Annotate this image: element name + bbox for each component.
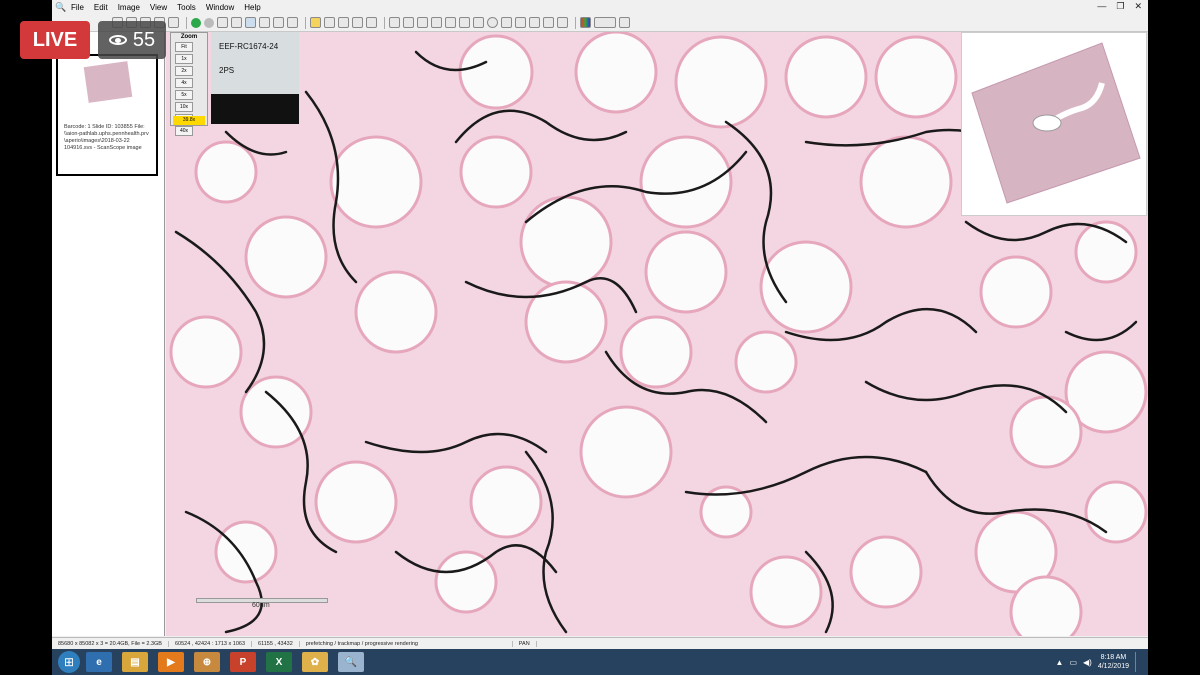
excel-icon[interactable]: X [266,652,292,672]
toolbar-button[interactable] [619,17,630,28]
toolbar-button[interactable] [445,17,456,28]
show-desktop-button[interactable] [1135,652,1144,672]
menu-bar: 🔍 File Edit Image View Tools Window Help [52,0,271,14]
title-bar: 🔍 File Edit Image View Tools Window Help… [52,0,1148,14]
eye-icon [108,35,127,45]
network-status-icon[interactable]: ▭ [1069,658,1077,667]
zoom-5x-button[interactable]: 5x [175,90,193,100]
slide-label-image: EEF-RC1674-24 2PS [211,32,299,124]
pointer-icon[interactable] [403,17,414,28]
toolbar-button[interactable] [259,17,270,28]
zoom-1x-button[interactable]: 1x [175,54,193,64]
slide-label-line1: EEF-RC1674-24 [219,42,279,51]
zoom-40x-button[interactable]: 40x [175,126,193,136]
toolbar [52,14,1148,32]
zoom-panel: Zoom Fit 1x 2x 4x 5x 10x 20x 40x 39.8x [170,32,208,136]
zoom-fit-button[interactable]: Fit [175,42,193,52]
slide-viewer[interactable]: Zoom Fit 1x 2x 4x 5x 10x 20x 40x 39.8x E… [166,32,1148,636]
windows-taskbar: ⊞ e ▤ ▶ ⊕ P X ✿ 🔍 ▲ ▭ ◀) 8:18 AM 4/12/20… [52,649,1148,675]
menu-help[interactable]: Help [244,3,260,12]
ie-icon[interactable]: e [86,652,112,672]
zoom-title: Zoom [180,34,198,40]
pen-icon[interactable] [431,17,442,28]
status-cursor-position: 61155 , 43432 [252,641,300,647]
media-player-icon[interactable]: ▶ [158,652,184,672]
arrow-icon[interactable] [459,17,470,28]
menu-edit[interactable]: Edit [94,3,108,12]
start-button[interactable]: ⊞ [58,651,80,673]
toolbar-button[interactable] [543,17,554,28]
tray-up-arrow-icon[interactable]: ▲ [1056,658,1064,667]
explorer-icon[interactable]: ▤ [122,652,148,672]
maximize-icon[interactable]: ❐ [1116,1,1124,12]
menu-window[interactable]: Window [206,3,234,12]
toolbar-button[interactable] [245,17,256,28]
menu-tools[interactable]: Tools [177,3,196,12]
zoom-10x-button[interactable]: 10x [175,102,193,112]
color-icon[interactable] [580,17,591,28]
toolbar-button[interactable] [231,17,242,28]
toolbar-button[interactable] [557,17,568,28]
toolbar-button[interactable] [417,17,428,28]
toolbar-button[interactable] [168,17,179,28]
status-rendering: prefetching / trackmap / progressive ren… [300,641,513,647]
slide-label-line2: 2PS [219,66,235,75]
zoom-4x-button[interactable]: 4x [175,78,193,88]
viewer-count: 55 [132,28,156,51]
thumbnail-caption: Barcode: 1 Slide ID: 103855 File: \\aion… [64,124,149,151]
status-mode: PAN [513,641,537,647]
ellipse-icon[interactable] [487,17,498,28]
toolbar-button[interactable] [338,17,349,28]
toolbar-button[interactable] [366,17,377,28]
volume-icon[interactable]: ◀) [1083,658,1092,667]
system-tray: ▲ ▭ ◀) 8:18 AM 4/12/2019 [1056,649,1144,675]
thumbnail-image [83,61,133,103]
polygon-icon[interactable] [501,17,512,28]
status-dimensions: 85680 x 85082 x 3 = 20.4GB, File = 2.3GB [52,641,169,647]
toolbar-button[interactable] [529,17,540,28]
status-view-region: 60524 , 42424 : 1713 x 1063 [169,641,253,647]
network-icon[interactable]: ⊕ [194,652,220,672]
imagescope-window: 🔍 File Edit Image View Tools Window Help… [52,0,1148,675]
toolbar-button[interactable] [287,17,298,28]
toolbar-button[interactable] [324,17,335,28]
zoom-2x-button[interactable]: 2x [175,66,193,76]
ruler-icon[interactable] [515,17,526,28]
clock-time: 8:18 AM [1100,654,1127,661]
zoom-tool-icon[interactable] [273,17,284,28]
imagescope-icon[interactable]: 🔍 [338,652,364,672]
ic-dropdown[interactable] [594,17,616,28]
window-controls: — ❐ ✕ [1097,1,1142,12]
overview-image [971,42,1141,204]
thumbnail-panel: Barcode: 1 Slide ID: 103855 File: \\aion… [52,32,165,636]
toolbar-button[interactable] [217,17,228,28]
menu-image[interactable]: Image [118,3,140,12]
live-badge: LIVE [20,21,90,59]
play-icon[interactable] [191,17,201,28]
close-icon[interactable]: ✕ [1134,1,1142,12]
chrome-like-icon[interactable]: ✿ [302,652,328,672]
magnifier-app-icon: 🔍 [55,2,67,12]
zoom-current-value: 39.8x [173,116,205,125]
overview-map[interactable] [961,32,1147,216]
annotation-icon[interactable] [310,17,321,28]
menu-view[interactable]: View [150,3,167,12]
viewer-count-badge: 55 [98,21,166,59]
stop-icon[interactable] [204,17,214,28]
hand-pan-icon[interactable] [389,17,400,28]
clock[interactable]: 8:18 AM 4/12/2019 [1098,653,1129,671]
clock-date: 4/12/2019 [1097,663,1129,670]
minimize-icon[interactable]: — [1097,1,1106,12]
scale-bar: 60μm [196,598,328,610]
toolbar-button[interactable] [352,17,363,28]
scale-bar-label: 60μm [252,602,270,609]
menu-file[interactable]: File [71,3,84,12]
rectangle-icon[interactable] [473,17,484,28]
powerpoint-icon[interactable]: P [230,652,256,672]
slide-thumbnail[interactable]: Barcode: 1 Slide ID: 103855 File: \\aion… [56,54,158,176]
